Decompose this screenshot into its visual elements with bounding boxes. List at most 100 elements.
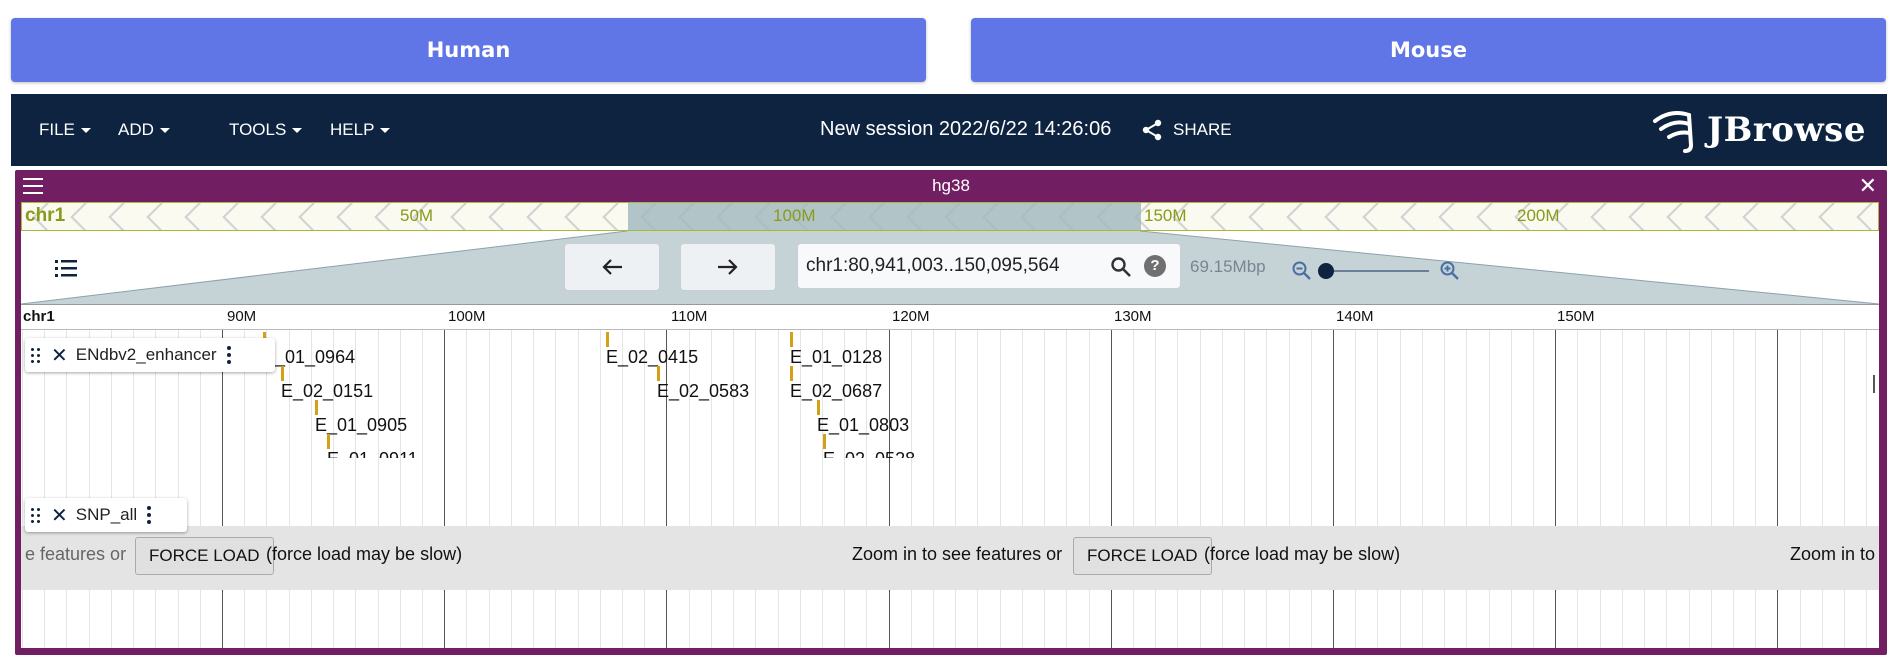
menu-add[interactable]: ADD [118, 94, 170, 166]
search-icon[interactable] [1110, 256, 1132, 278]
ruler-tick-label: 150M [1557, 308, 1595, 325]
force-load-button[interactable]: FORCE LOAD [135, 537, 274, 575]
feature-label-clip: E_02_0528 [823, 449, 915, 458]
session-title[interactable]: New session 2022/6/22 14:26:06 [820, 94, 1138, 166]
ruler[interactable]: chr1 90M 100M 110M 120M 130M 140M 150M [21, 304, 1879, 330]
linear-genome-view: hg38 ✕ chr1 50M 100M 150M 200M chr1:80,9… [15, 170, 1887, 655]
force-load-button[interactable]: FORCE LOAD [1073, 537, 1212, 575]
location-input[interactable] [806, 244, 1106, 288]
share-label: SHARE [1173, 120, 1232, 139]
jbrowse-logo-icon [1653, 111, 1694, 153]
overview-label: 150M [1144, 206, 1187, 225]
close-icon[interactable]: ✕ [51, 503, 68, 528]
kebab-menu-icon[interactable] [147, 506, 152, 524]
feature-label[interactable]: E_01_0128 [790, 347, 882, 368]
jbrowse-app: FILE ADD TOOLS HELP New session 2022/6/2… [11, 94, 1887, 669]
zoom-message: Zoom in to see features or [852, 544, 1063, 564]
overview-label: 200M [1517, 206, 1560, 225]
menu-file[interactable]: FILE [39, 94, 91, 166]
pan-left-button[interactable] [564, 243, 660, 291]
track-name: ENdbv2_enhancer [75, 345, 217, 364]
overview-chromosome: chr1 [25, 205, 66, 226]
feature-label[interactable]: E_01_0911 [327, 449, 418, 458]
track-name: SNP_all [75, 505, 138, 524]
ruler-tick-label: 90M [227, 308, 257, 325]
close-icon[interactable]: ✕ [1859, 174, 1877, 198]
drag-handle-icon[interactable] [31, 347, 43, 363]
drag-handle-icon[interactable] [31, 507, 43, 523]
menu-add-label: ADD [118, 120, 154, 139]
logo-text: JBrowse [1707, 110, 1866, 150]
track-label-snp-all[interactable]: ✕ SNP_all [25, 498, 187, 532]
zoom-message: e features or [25, 544, 127, 564]
view-content: chr1 50M 100M 150M 200M chr1:80,941,003.… [21, 202, 1879, 648]
feature-label[interactable]: E_01_0803 [817, 415, 909, 436]
overview-highlight[interactable] [628, 203, 1141, 230]
ruler-tick-label: 100M [448, 308, 486, 325]
zoom-slider-track[interactable] [1321, 270, 1429, 272]
zoom-message: Zoom in to [1790, 544, 1876, 564]
ruler-tick-label: 140M [1336, 308, 1374, 325]
caret-down-icon [380, 127, 391, 133]
menu-help[interactable]: HELP [330, 94, 391, 166]
menu-help-label: HELP [330, 120, 375, 139]
zoom-in-icon[interactable] [1439, 260, 1461, 282]
ruler-tick-label: 130M [1114, 308, 1152, 325]
feature-label[interactable]: E_02_0583 [657, 381, 749, 402]
ruler-tick-label: 120M [892, 308, 930, 325]
close-icon[interactable]: ✕ [51, 343, 68, 368]
track-endbv2-enhancer: E_01_0964 E_02_0151 E_01_0905 E_01_0911 … [21, 328, 1879, 488]
view-controls: ? 69.15Mbp [21, 231, 1879, 304]
human-button[interactable]: Human [11, 18, 926, 82]
track-snp-all: e features or FORCE LOAD (force load may… [21, 526, 1879, 590]
feature-label[interactable]: E_01_0905 [315, 415, 407, 436]
force-load-note: (force load may be slow) [1204, 544, 1401, 564]
feature-glyph[interactable] [327, 434, 330, 449]
caret-down-icon [159, 127, 170, 133]
force-load-note: (force load may be slow) [266, 544, 463, 564]
arrow-right-icon [718, 259, 738, 275]
feature-label[interactable]: E_02_0528 [823, 449, 915, 458]
location-box: ? [797, 243, 1181, 289]
share-button[interactable]: SHARE [1141, 94, 1232, 166]
feature-glyph[interactable] [823, 434, 826, 449]
zoom-out-icon[interactable] [1291, 260, 1313, 282]
overview-label: 100M [773, 206, 816, 225]
feature-label-clip: E_01_0911 [327, 449, 418, 458]
app-bar: FILE ADD TOOLS HELP New session 2022/6/2… [11, 94, 1887, 166]
feature-glyph[interactable] [657, 366, 660, 381]
feature-glyph[interactable] [606, 332, 609, 347]
feature-label[interactable]: E_02_0415 [606, 347, 698, 368]
caret-down-icon [292, 127, 303, 133]
menu-file-label: FILE [39, 120, 75, 139]
bp-per-view: 69.15Mbp [1190, 257, 1266, 276]
feature-label[interactable]: E_02_0151 [281, 381, 373, 402]
share-icon [1142, 119, 1162, 141]
zoom-slider-thumb[interactable] [1318, 263, 1334, 279]
pan-right-button[interactable] [680, 243, 776, 291]
track-scrollbar[interactable] [1873, 375, 1875, 393]
feature-glyph[interactable] [281, 366, 284, 381]
track-label-endbv2-enhancer[interactable]: ✕ ENdbv2_enhancer [25, 338, 275, 372]
arrow-left-icon [602, 259, 622, 275]
jbrowse-logo: JBrowse [1651, 94, 1866, 166]
menu-tools-label: TOOLS [229, 120, 287, 139]
feature-glyph[interactable] [315, 400, 318, 415]
menu-tools[interactable]: TOOLS [229, 94, 303, 166]
help-icon[interactable]: ? [1144, 255, 1166, 277]
view-header: hg38 ✕ [15, 170, 1887, 202]
kebab-menu-icon[interactable] [226, 346, 231, 364]
feature-glyph[interactable] [817, 400, 820, 415]
feature-label[interactable]: E_01_0964 [263, 347, 355, 368]
ruler-tick-label: 110M [671, 308, 708, 325]
overview-scalebar[interactable]: chr1 50M 100M 150M 200M [21, 202, 1879, 231]
feature-label[interactable]: E_02_0687 [790, 381, 882, 402]
mouse-button[interactable]: Mouse [971, 18, 1886, 82]
caret-down-icon [80, 127, 91, 133]
overview-label: 50M [400, 206, 434, 225]
ruler-chromosome: chr1 [23, 308, 55, 325]
track-selector-icon[interactable] [55, 258, 79, 278]
view-title: hg38 [932, 176, 970, 195]
feature-glyph[interactable] [790, 332, 793, 347]
feature-glyph[interactable] [790, 366, 793, 381]
